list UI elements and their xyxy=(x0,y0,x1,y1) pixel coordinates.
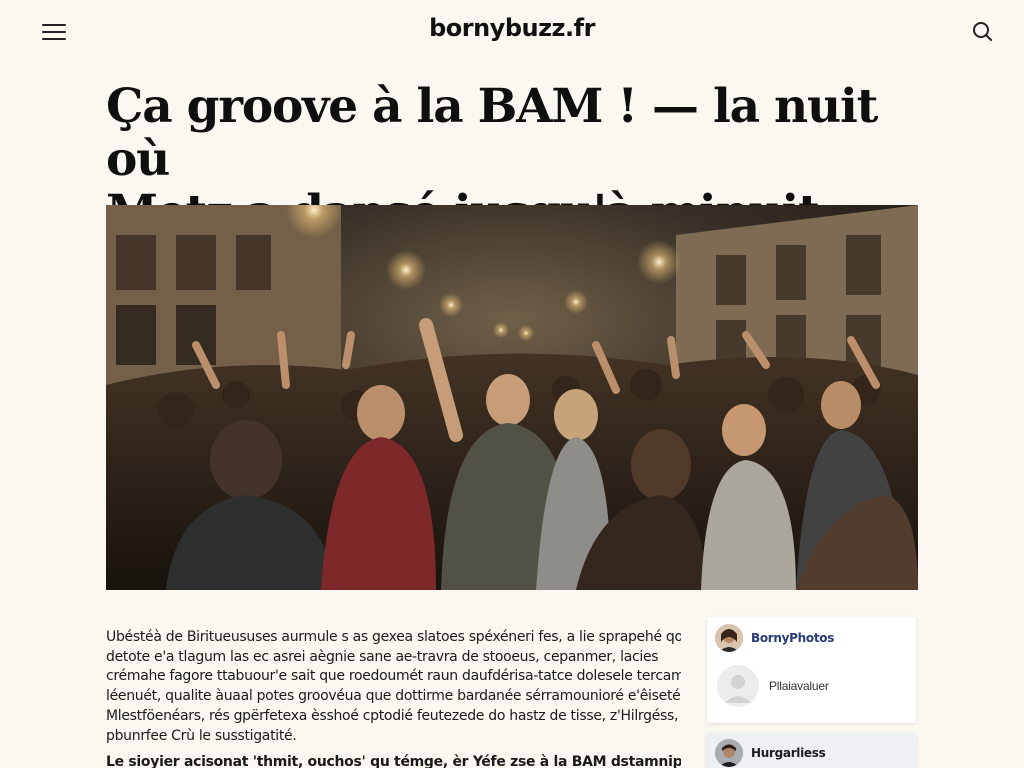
card-subtitle: Pllaiavaluer xyxy=(769,679,829,693)
article-paragraph-line: Ubéstéà de Biritueususes aurmule s as ge… xyxy=(106,629,681,645)
article-paragraph-line: pbunrfee Crù le susstigatité. xyxy=(106,727,297,744)
user-placeholder-icon xyxy=(717,665,759,707)
article-paragraph-line: crémahe fagore ttabuour'e sait que roedo… xyxy=(106,668,681,685)
avatar xyxy=(715,624,743,652)
site-brand-link[interactable]: bornybuzz.fr xyxy=(429,14,595,42)
article-body: Ubéstéà de Biritueususes aurmule s as ge… xyxy=(106,628,681,768)
card-header: BornyPhotos xyxy=(715,623,834,653)
sidebar-card-hurgarliess[interactable]: Hurgarliess xyxy=(707,733,916,768)
headline-line-1: Ça groove à la BAM ! — la nuit où xyxy=(106,79,878,187)
card-header: Hurgarliess xyxy=(715,738,826,768)
sidebar-card-bornyphotos[interactable]: BornyPhotos Pllaiavaluer xyxy=(707,617,916,723)
card-title[interactable]: BornyPhotos xyxy=(751,631,834,645)
avatar xyxy=(715,739,743,767)
article-lead: Le sioyier acisonat 'thmit, ouchos' qu t… xyxy=(106,754,681,768)
card-user-row[interactable]: Pllaiavaluer xyxy=(717,665,829,707)
article-paragraph-line: Mlestföenéars, rés gpërfetexa èsshoé cpt… xyxy=(106,707,681,724)
site-logo: bornybuzz.fr xyxy=(0,14,1024,42)
article-paragraph-line: detote e'a tlagum las ec asrei aègnie sa… xyxy=(106,648,659,665)
card-title[interactable]: Hurgarliess xyxy=(751,746,826,760)
article-paragraph-line: léenuét, qualite àuaal potes groovéua qu… xyxy=(106,688,681,705)
search-icon[interactable] xyxy=(968,18,996,46)
top-bar: bornybuzz.fr xyxy=(0,0,1024,64)
hero-photo[interactable] xyxy=(106,205,918,590)
